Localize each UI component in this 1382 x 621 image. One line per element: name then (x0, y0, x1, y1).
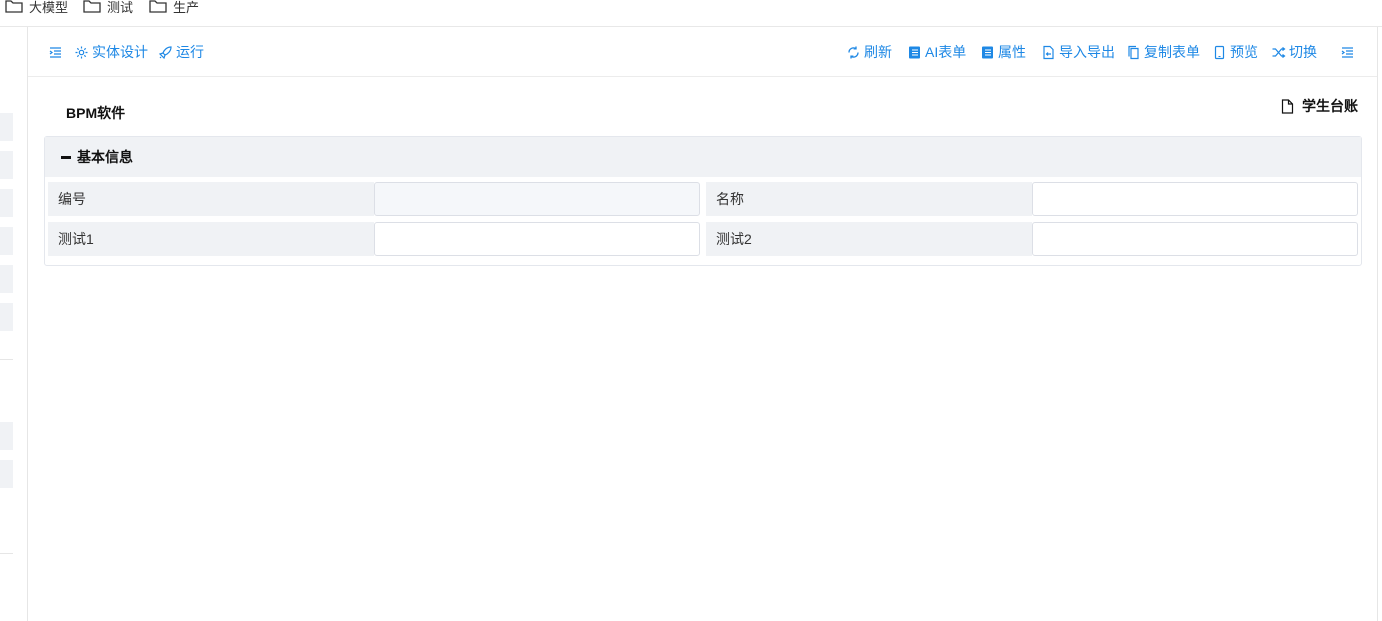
folder-icon (5, 0, 23, 13)
ai-form-button[interactable]: AI表单 (907, 42, 966, 62)
form-title: 学生台账 (1281, 96, 1358, 116)
menu-collapse-button[interactable] (1340, 42, 1355, 62)
bookmark-label: 测试 (107, 0, 134, 15)
form-row: 编号 名称 (48, 182, 1359, 216)
sidebar-item[interactable] (0, 265, 13, 293)
sidebar (0, 27, 28, 621)
properties-button[interactable]: 属性 (980, 42, 1026, 62)
field-label-number: 编号 (48, 182, 374, 216)
main-area: 实体设计 运行 刷新 AI表单 属性 导入导出 复制表单 预览 切换 BPM软件… (28, 27, 1382, 621)
rocket-icon (158, 45, 172, 59)
folder-icon (149, 0, 167, 13)
refresh-button[interactable]: 刷新 (846, 42, 892, 62)
sidebar-divider (0, 359, 13, 360)
file-icon (1281, 98, 1294, 114)
gear-icon (75, 46, 88, 58)
folder-icon (83, 0, 101, 13)
name-input[interactable] (1032, 182, 1358, 216)
document-icon (909, 46, 920, 58)
basic-info-panel: 基本信息 编号 名称 测试1 测试2 (44, 136, 1362, 266)
sidebar-item[interactable] (0, 422, 13, 450)
field-label-name: 名称 (706, 182, 1032, 216)
entity-design-button[interactable]: 实体设计 (74, 42, 148, 62)
section-header[interactable]: 基本信息 (45, 137, 1361, 177)
sidebar-item[interactable] (0, 189, 13, 217)
collapse-minus-icon[interactable] (61, 155, 71, 159)
run-button[interactable]: 运行 (158, 42, 204, 62)
sidebar-item[interactable] (0, 303, 13, 331)
indent-menu-icon (49, 46, 61, 58)
bookmark-folder[interactable]: 大模型 (5, 0, 68, 15)
sidebar-divider (0, 553, 13, 554)
preview-label: 预览 (1230, 44, 1258, 60)
field-label-test1: 测试1 (48, 222, 374, 256)
bookmark-label: 大模型 (29, 0, 69, 15)
switch-label: 切换 (1289, 44, 1317, 60)
field-label-test2: 测试2 (706, 222, 1032, 256)
import-export-label: 导入导出 (1059, 44, 1115, 60)
bookmark-folder[interactable]: 测试 (83, 0, 133, 15)
form-row: 测试1 测试2 (48, 222, 1359, 256)
run-label: 运行 (176, 44, 204, 60)
section-title: 基本信息 (77, 149, 133, 165)
shuffle-icon (1272, 46, 1286, 58)
indent-menu-icon (1341, 46, 1353, 58)
mobile-icon (1214, 45, 1225, 59)
test1-input[interactable] (374, 222, 700, 256)
menu-toggle-button[interactable] (48, 42, 63, 62)
sidebar-item[interactable] (0, 151, 13, 179)
document-icon (982, 46, 993, 58)
copy-icon (1128, 45, 1139, 59)
copy-form-label: 复制表单 (1144, 44, 1200, 60)
refresh-icon (848, 46, 859, 58)
bookmark-folder[interactable]: 生产 (149, 0, 199, 15)
switch-button[interactable]: 切换 (1271, 42, 1317, 62)
import-export-icon (1043, 45, 1054, 59)
refresh-label: 刷新 (864, 44, 892, 60)
properties-label: 属性 (998, 44, 1026, 60)
sidebar-item[interactable] (0, 227, 13, 255)
entity-design-label: 实体设计 (92, 44, 148, 60)
sidebar-item[interactable] (0, 113, 13, 141)
bookmarks-bar: 大模型 测试 生产 (0, 0, 1382, 27)
toolbar: 实体设计 运行 刷新 AI表单 属性 导入导出 复制表单 预览 切换 (28, 27, 1377, 77)
number-input[interactable] (374, 182, 700, 216)
preview-button[interactable]: 预览 (1212, 42, 1258, 62)
sidebar-item[interactable] (0, 460, 13, 488)
import-export-button[interactable]: 导入导出 (1041, 42, 1115, 62)
app-name: BPM软件 (66, 105, 126, 121)
test2-input[interactable] (1032, 222, 1358, 256)
bookmark-label: 生产 (173, 0, 200, 15)
form-title-label: 学生台账 (1302, 98, 1358, 114)
copy-form-button[interactable]: 复制表单 (1126, 42, 1200, 62)
ai-form-label: AI表单 (925, 44, 967, 60)
